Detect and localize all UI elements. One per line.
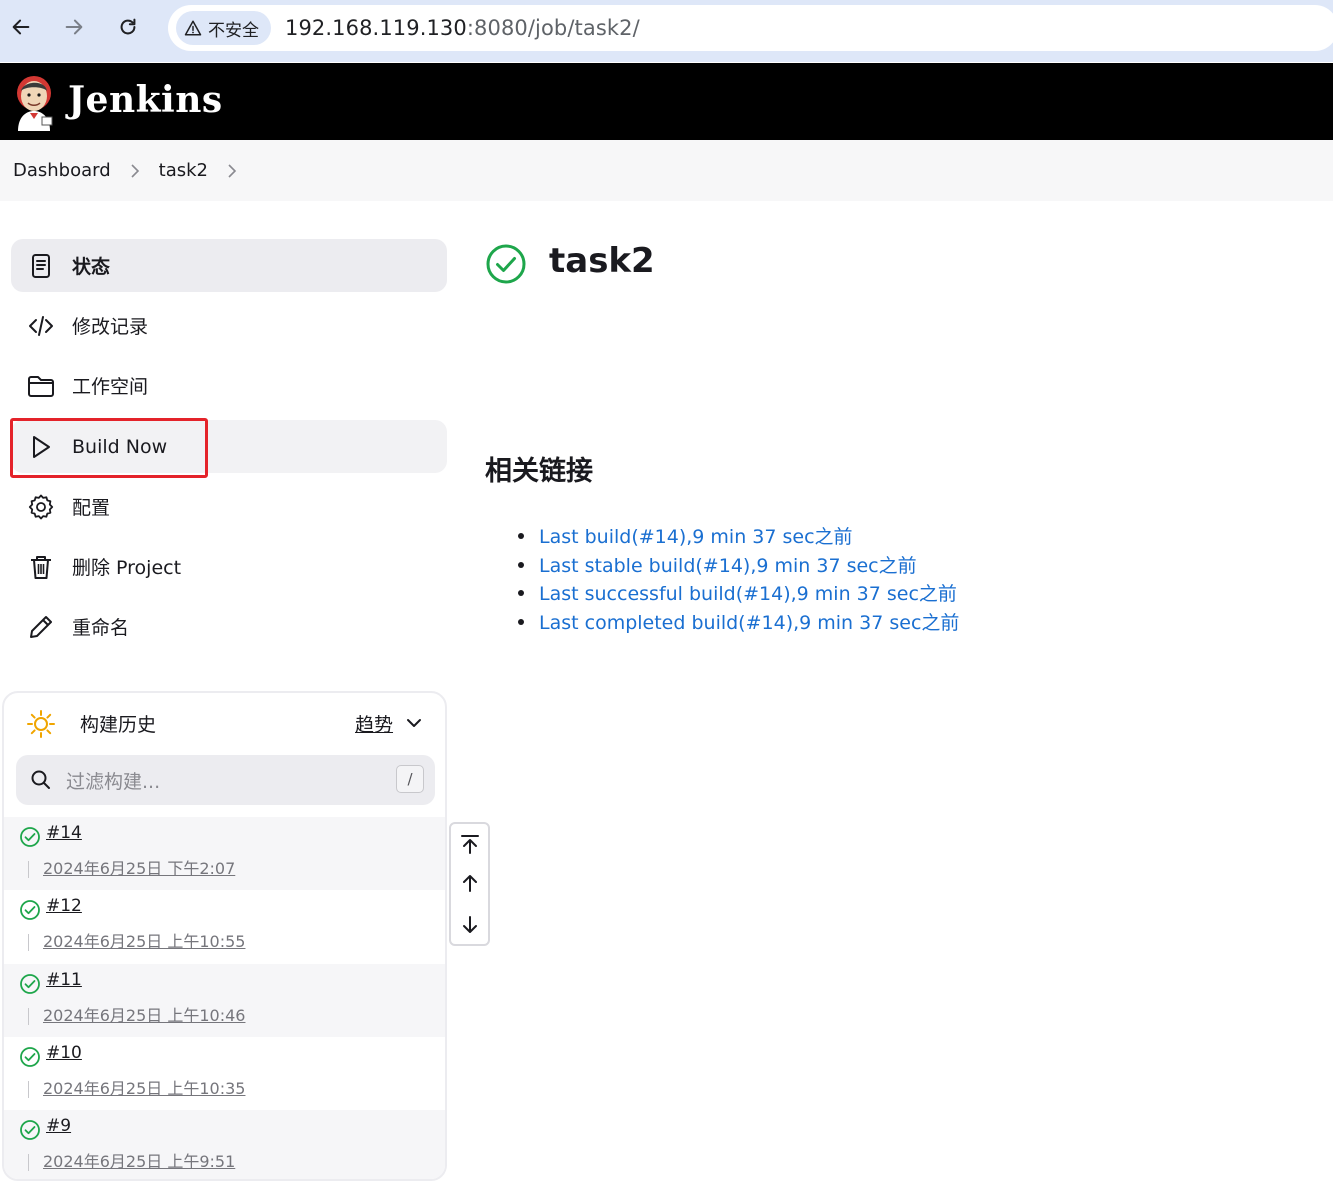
build-history-panel: 构建历史 趋势 过滤构建... / #14 2024年6月25日 下午2:07 #1… xyxy=(2,691,447,1181)
url-path: :8080/job/task2/ xyxy=(466,16,640,40)
build-row-divider xyxy=(28,861,29,878)
related-link-last-successful-build[interactable]: Last successful build(#14),9 min 37 sec之… xyxy=(517,579,959,608)
build-row-divider xyxy=(28,1080,29,1098)
build-success-icon xyxy=(20,1046,40,1067)
gear-icon xyxy=(26,492,56,522)
security-label: 不安全 xyxy=(208,20,259,41)
scroll-controls xyxy=(449,822,490,946)
job-title: task2 xyxy=(549,241,655,281)
related-link-last-build[interactable]: Last build(#14),9 min 37 sec之前 xyxy=(517,522,959,551)
browser-toolbar: 不安全 192.168.119.130:8080/job/task2/ xyxy=(0,0,1333,62)
related-link-last-completed-build[interactable]: Last completed build(#14),9 min 37 sec之前 xyxy=(517,608,959,637)
build-success-icon xyxy=(20,1120,40,1141)
build-date-link[interactable]: 2024年6月25日 上午10:46 xyxy=(43,1002,245,1026)
forward-button[interactable] xyxy=(56,9,92,45)
build-number-link[interactable]: #12 xyxy=(46,896,82,916)
scroll-to-top-icon[interactable] xyxy=(459,833,481,855)
build-date-link[interactable]: 2024年6月25日 下午2:07 xyxy=(43,855,235,879)
jenkins-title[interactable]: Jenkins xyxy=(68,79,223,121)
trend-link[interactable]: 趋势 xyxy=(355,710,393,737)
chevron-down-icon[interactable] xyxy=(404,713,424,733)
back-button[interactable] xyxy=(3,9,39,45)
annotation-highlight-box xyxy=(10,418,208,478)
related-links-heading: 相关链接 xyxy=(485,456,593,487)
reload-button[interactable] xyxy=(110,9,146,45)
url-host: 192.168.119.130 xyxy=(285,16,467,40)
sidebar-item-label: 状态 xyxy=(72,256,111,278)
build-number-link[interactable]: #10 xyxy=(46,1043,82,1063)
build-success-icon xyxy=(20,827,40,847)
sidebar-item-label: 配置 xyxy=(72,497,111,519)
sun-icon xyxy=(27,710,55,738)
sidebar-item-label: 修改记录 xyxy=(72,316,149,338)
address-bar[interactable]: 不安全 192.168.119.130:8080/job/task2/ xyxy=(168,5,1333,51)
filter-builds-input[interactable]: 过滤构建... / xyxy=(16,755,435,805)
build-number-link[interactable]: #11 xyxy=(46,970,82,990)
sidebar-item-label: 重命名 xyxy=(72,617,130,639)
sidebar-item-label: 工作空间 xyxy=(72,376,149,398)
warning-icon xyxy=(184,20,202,36)
arrow-left-icon xyxy=(12,19,30,35)
build-row[interactable]: #14 2024年6月25日 下午2:07 xyxy=(4,817,445,890)
sidebar-item-workspace[interactable]: 工作空间 xyxy=(11,359,447,412)
build-success-icon xyxy=(20,900,40,921)
build-history-title: 构建历史 xyxy=(80,714,157,736)
breadcrumb: Dashboard task2 xyxy=(0,140,1333,201)
build-number-link[interactable]: #14 xyxy=(46,823,82,843)
build-row-divider xyxy=(28,1154,29,1172)
document-icon xyxy=(26,251,56,281)
build-date-link[interactable]: 2024年6月25日 上午10:55 xyxy=(43,928,245,952)
sidebar-item-label: 删除 Project xyxy=(72,557,182,579)
build-success-icon xyxy=(20,973,40,994)
build-row-divider xyxy=(28,1007,29,1025)
breadcrumb-menu-icon[interactable] xyxy=(208,161,256,181)
keyboard-shortcut-badge: / xyxy=(396,765,424,793)
related-link-last-stable-build[interactable]: Last stable build(#14),9 min 37 sec之前 xyxy=(517,551,959,580)
build-row[interactable]: #9 2024年6月25日 上午9:51 xyxy=(4,1110,445,1179)
sidebar-item-configure[interactable]: 配置 xyxy=(11,480,447,533)
security-indicator[interactable]: 不安全 xyxy=(176,11,271,45)
scroll-up-icon[interactable] xyxy=(459,872,481,894)
code-icon xyxy=(26,311,56,341)
build-history-header: 构建历史 趋势 xyxy=(4,693,445,753)
build-date-link[interactable]: 2024年6月25日 上午9:51 xyxy=(43,1148,235,1172)
sidebar-item-changes[interactable]: 修改记录 xyxy=(11,299,447,352)
build-row[interactable]: #12 2024年6月25日 上午10:55 xyxy=(4,890,445,963)
related-links-list: Last build(#14),9 min 37 sec之前 Last stab… xyxy=(517,522,959,637)
sidebar-item-rename[interactable]: 重命名 xyxy=(11,600,447,653)
breadcrumb-task2[interactable]: task2 xyxy=(159,156,208,185)
build-row-divider xyxy=(28,934,29,952)
build-number-link[interactable]: #9 xyxy=(46,1116,71,1136)
jenkins-logo-icon[interactable] xyxy=(12,73,56,131)
scroll-down-icon[interactable] xyxy=(459,914,481,936)
arrow-right-icon xyxy=(65,19,83,35)
pencil-icon xyxy=(26,612,56,642)
breadcrumb-separator-icon xyxy=(111,161,159,181)
jenkins-header: Jenkins xyxy=(0,63,1333,140)
job-status-success-icon xyxy=(486,244,526,284)
breadcrumb-dashboard[interactable]: Dashboard xyxy=(13,156,111,185)
trash-icon xyxy=(26,552,56,582)
build-date-link[interactable]: 2024年6月25日 上午10:35 xyxy=(43,1075,245,1099)
reload-icon xyxy=(120,18,136,35)
folder-icon xyxy=(26,371,56,401)
url-text[interactable]: 192.168.119.130:8080/job/task2/ xyxy=(285,16,640,40)
build-row[interactable]: #10 2024年6月25日 上午10:35 xyxy=(4,1037,445,1110)
build-row[interactable]: #11 2024年6月25日 上午10:46 xyxy=(4,963,445,1037)
sidebar-item-delete-project[interactable]: 删除 Project xyxy=(11,540,447,593)
sidebar-item-status[interactable]: 状态 xyxy=(11,239,447,292)
search-icon xyxy=(31,770,50,789)
filter-placeholder: 过滤构建... xyxy=(66,771,161,793)
